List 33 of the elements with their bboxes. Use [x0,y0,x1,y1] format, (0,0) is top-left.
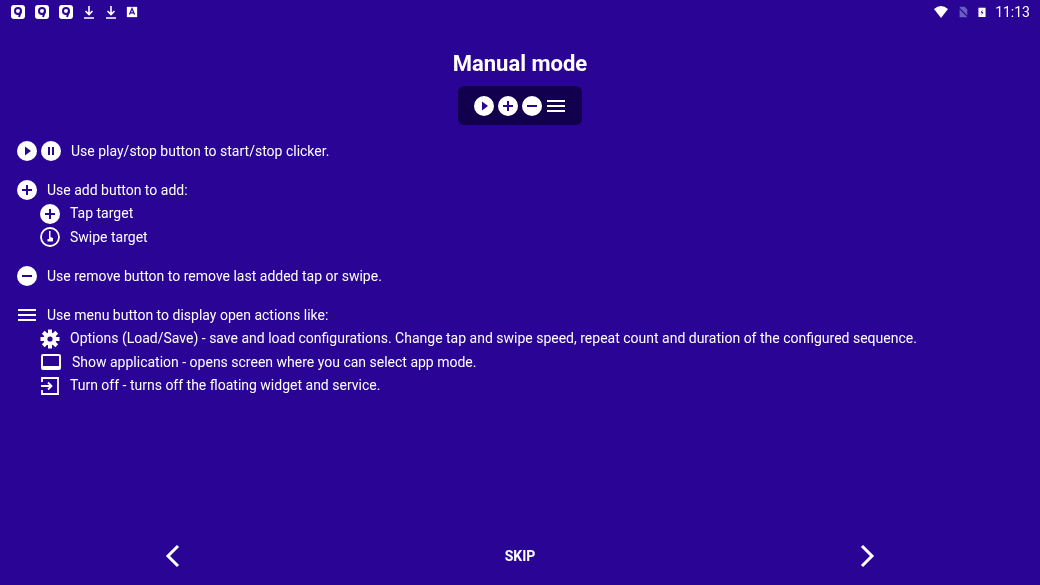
instruction-text: Show application - opens screen where you can select app mode. [72,352,477,372]
instruction-text: Use add button to add: [47,180,188,200]
status-time: 11:13 [995,2,1030,22]
instruction-text: Use remove button to remove last added tap or swipe. [47,266,382,286]
exit-icon [40,375,60,396]
plus-icon [498,95,518,116]
window-icon [40,352,62,373]
page-title: Manual mode [452,50,588,78]
play-icon [17,141,37,161]
minus-icon [522,95,542,116]
instruction-text: Turn off - turns off the floating widget and service. [70,376,381,396]
instruction-text: Options (Load/Save) - save and load configurations. Change tap and swipe speed, repeat count and duration of the configured sequence. [70,329,917,349]
download-icon [82,5,96,19]
notification-icon [126,5,138,19]
battery-charging-icon [977,5,988,19]
download-icon [104,5,118,19]
skip-button[interactable]: SKIP [504,545,536,567]
pause-icon [41,141,61,161]
gear-icon [40,328,60,349]
no-sim-icon [957,5,970,19]
play-icon [474,95,494,116]
notification-icon [10,5,26,19]
instruction-text: Use play/stop button to start/stop clicker. [71,141,330,161]
plus-icon [40,203,60,224]
instruction-text: Use menu button to display open actions like: [47,305,329,325]
instruction-text: Swipe target [70,227,148,247]
hand-icon [40,227,60,248]
wifi-icon [933,5,950,19]
instruction-text: Tap target [70,204,134,224]
minus-icon [17,266,37,286]
notification-icon [58,5,74,19]
plus-icon [17,180,37,200]
notification-icon [34,5,50,19]
